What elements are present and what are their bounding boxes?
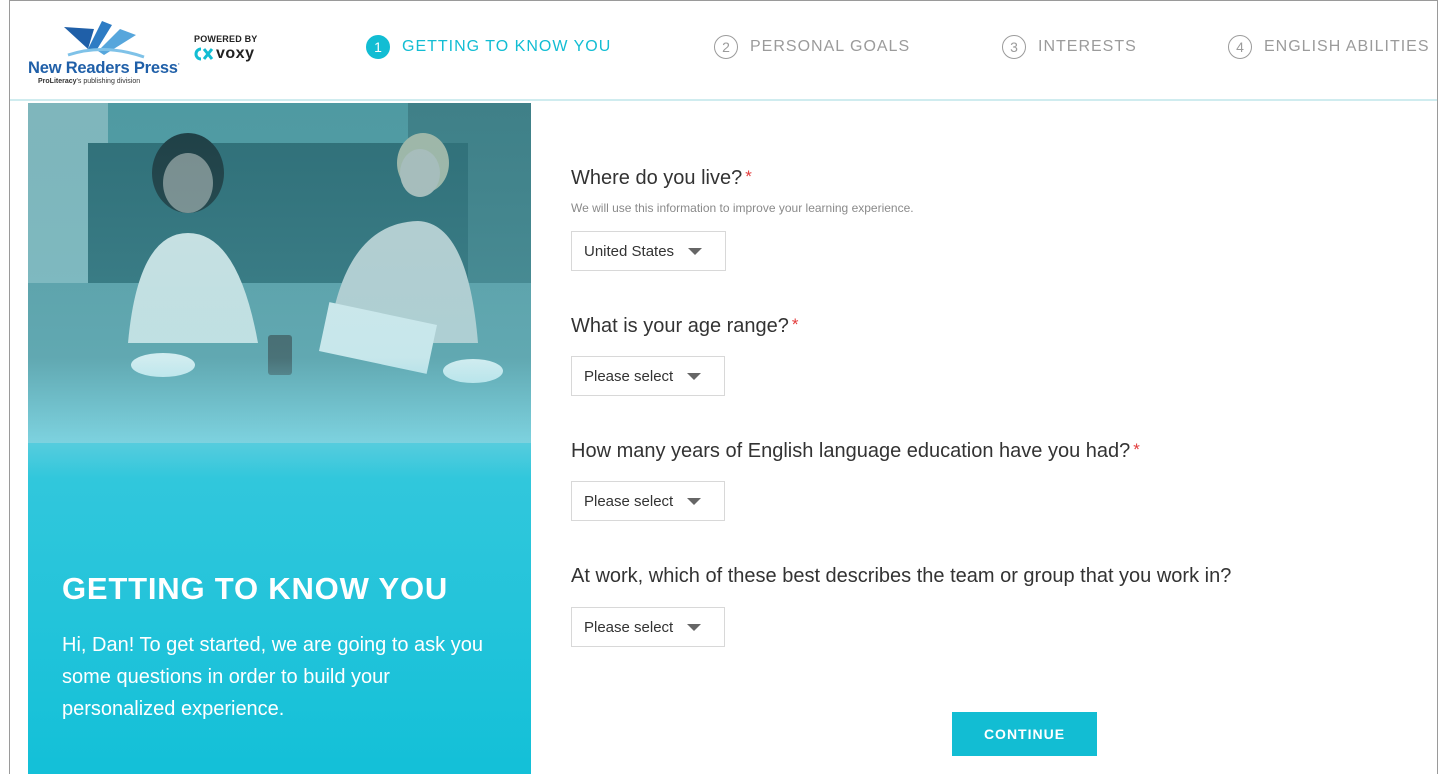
hero-intro-text: Hi, Dan! To get started, we are going to…	[62, 634, 483, 720]
required-marker: *	[1133, 440, 1140, 459]
hero-title: GETTING TO KNOW YOU	[62, 571, 449, 606]
meeting-photo	[28, 103, 531, 443]
english-education-select-value: Please select	[584, 492, 674, 510]
step-label: ENGLISH ABILITIES	[1264, 38, 1430, 55]
brand-subtitle: ProLiteracy's publishing division	[38, 78, 141, 85]
hero-panel: GETTING TO KNOW YOU Hi, Dan! To get star…	[28, 103, 531, 774]
questionnaire-form: Where do you live? * We will use this inf…	[571, 103, 1431, 774]
new-readers-press-logo[interactable]: New Readers Press· ProLiteracy's publish…	[28, 19, 188, 91]
step-label: GETTING TO KNOW YOU	[402, 38, 612, 55]
country-select[interactable]: United States	[571, 231, 726, 271]
age-range-select-value: Please select	[584, 367, 674, 385]
book-logo-icon	[64, 21, 145, 59]
location-hint: We will use this information to improve …	[571, 201, 914, 215]
english-education-select[interactable]: Please select	[571, 481, 725, 521]
chevron-down-icon	[687, 372, 702, 380]
question-english-education: How many years of English language educa…	[571, 440, 1140, 462]
powered-by-voxy: POWERED BY voxy	[194, 34, 258, 63]
frame-right-border	[1437, 0, 1438, 774]
brand-name: New Readers Press·	[28, 59, 180, 77]
required-marker: *	[791, 315, 799, 334]
step-getting-to-know-you[interactable]: 1 GETTING TO KNOW YOU	[366, 35, 611, 59]
step-label: INTERESTS	[1038, 38, 1137, 55]
chevron-down-icon	[687, 623, 702, 631]
question-work-team: At work, which of these best describes t…	[571, 565, 1232, 587]
step-number-2: 2	[714, 35, 738, 59]
country-select-value: United States	[584, 242, 675, 260]
frame-left-border	[9, 0, 10, 774]
step-number-4: 4	[1228, 35, 1252, 59]
step-english-abilities[interactable]: 4 ENGLISH ABILITIES	[1228, 35, 1430, 59]
powered-by-label: POWERED BY	[194, 34, 258, 44]
step-number-3: 3	[1002, 35, 1026, 59]
header: New Readers Press· ProLiteracy's publish…	[10, 1, 1437, 101]
step-label: PERSONAL GOALS	[750, 38, 911, 55]
continue-button[interactable]: CONTINUE	[952, 712, 1097, 756]
voxy-logo-icon	[194, 47, 214, 61]
required-marker: *	[745, 167, 752, 186]
step-interests[interactable]: 3 INTERESTS	[1002, 35, 1137, 59]
chevron-down-icon	[687, 497, 702, 505]
question-age-range: What is your age range? *	[571, 315, 799, 337]
question-location: Where do you live? *	[571, 167, 752, 189]
work-team-select[interactable]: Please select	[571, 607, 725, 647]
chevron-down-icon	[688, 247, 703, 255]
work-team-select-value: Please select	[584, 618, 674, 636]
step-number-1: 1	[366, 35, 390, 59]
step-personal-goals[interactable]: 2 PERSONAL GOALS	[714, 35, 910, 59]
age-range-select[interactable]: Please select	[571, 356, 725, 396]
voxy-wordmark: voxy	[216, 45, 255, 62]
